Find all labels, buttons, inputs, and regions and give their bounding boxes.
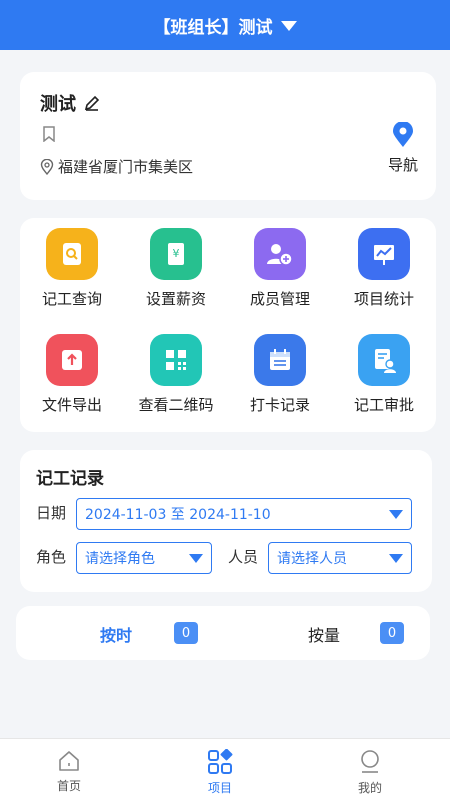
project-name-row: 测试 — [40, 90, 100, 116]
role-placeholder: 请选择角色 — [85, 551, 155, 567]
chevron-down-icon — [189, 554, 203, 563]
navigate-button[interactable]: 导航 — [388, 122, 418, 175]
home-icon — [59, 751, 79, 771]
date-range-picker[interactable]: 2024-11-03 至 2024-11-10 — [76, 498, 412, 530]
user-icon — [361, 750, 379, 773]
grid-item-label: 记工查询 — [41, 290, 102, 308]
by-time-count-badge: 0 — [174, 622, 198, 644]
stats-icon — [358, 228, 410, 280]
tab-by-quantity[interactable]: 按量 — [308, 622, 340, 646]
grid-item-set-salary[interactable]: ¥ 设置薪资 — [124, 228, 228, 309]
grid-item-qrcode[interactable]: 查看二维码 — [124, 334, 228, 415]
project-switcher[interactable]: 【班组长】测试 — [0, 0, 450, 50]
grid-item-export[interactable]: 文件导出 — [20, 334, 124, 415]
project-card: 测试 福建省厦门市集美区 导航 — [20, 72, 436, 200]
role-label: 角色 — [36, 548, 67, 566]
nav-project[interactable]: 项目 — [190, 749, 250, 796]
grid-item-label: 成员管理 — [249, 290, 310, 308]
record-type-tabs: 按时 0 按量 0 — [16, 606, 430, 660]
edit-icon[interactable] — [84, 95, 100, 111]
grid-item-label: 项目统计 — [353, 290, 414, 308]
tab-by-time[interactable]: 按时 — [100, 622, 132, 646]
by-quantity-count-badge: 0 — [380, 622, 404, 644]
bottom-nav: 首页 项目 我的 — [0, 738, 450, 800]
project-address: 福建省厦门市集美区 — [40, 156, 193, 177]
bookmark-icon[interactable] — [42, 126, 56, 142]
grid-item-label: 打卡记录 — [249, 396, 310, 414]
grid-item-approval[interactable]: 记工审批 — [332, 334, 436, 415]
export-icon — [46, 334, 98, 386]
chevron-down-icon — [389, 554, 403, 563]
grid-apps-icon — [208, 749, 233, 774]
address-text: 福建省厦门市集美区 — [58, 158, 194, 176]
person-select[interactable]: 请选择人员 — [268, 542, 412, 574]
grid-item-members[interactable]: 成员管理 — [228, 228, 332, 309]
function-grid: 记工查询 ¥ 设置薪资 成员管理 项目统计 文件导出 查看二维码 打卡记录 记工… — [20, 218, 436, 432]
person-label: 人员 — [228, 548, 259, 566]
location-pin-icon — [40, 158, 54, 175]
chevron-down-icon — [389, 510, 403, 519]
project-name: 测试 — [40, 94, 76, 115]
work-records-card: 记工记录 日期 2024-11-03 至 2024-11-10 角色 请选择角色… — [20, 450, 432, 592]
grid-item-label: 查看二维码 — [138, 396, 214, 414]
salary-icon: ¥ — [150, 228, 202, 280]
grid-item-work-query[interactable]: 记工查询 — [20, 228, 124, 309]
search-doc-icon — [46, 228, 98, 280]
members-icon — [254, 228, 306, 280]
nav-mine[interactable]: 我的 — [340, 749, 400, 796]
nav-project-label: 项目 — [207, 781, 232, 795]
date-range-value: 2024-11-03 至 2024-11-10 — [85, 507, 271, 523]
navigate-label: 导航 — [387, 156, 418, 174]
nav-home[interactable]: 首页 — [39, 749, 99, 794]
chevron-down-icon — [280, 21, 297, 31]
calendar-icon — [254, 334, 306, 386]
nav-home-label: 首页 — [56, 779, 81, 793]
nav-mine-label: 我的 — [357, 781, 382, 795]
role-select[interactable]: 请选择角色 — [76, 542, 212, 574]
grid-item-label: 文件导出 — [41, 396, 102, 414]
grid-item-stats[interactable]: 项目统计 — [332, 228, 436, 309]
qrcode-icon — [150, 334, 202, 386]
grid-item-checkin-records[interactable]: 打卡记录 — [228, 334, 332, 415]
location-marker-icon — [392, 122, 413, 147]
date-label: 日期 — [36, 504, 67, 522]
grid-item-label: 设置薪资 — [145, 290, 206, 308]
approve-icon — [358, 334, 410, 386]
header-title: 【班组长】测试 — [153, 17, 273, 38]
grid-item-label: 记工审批 — [353, 396, 414, 414]
svg-text:¥: ¥ — [173, 247, 180, 260]
records-title: 记工记录 — [36, 469, 104, 489]
person-placeholder: 请选择人员 — [277, 551, 347, 567]
